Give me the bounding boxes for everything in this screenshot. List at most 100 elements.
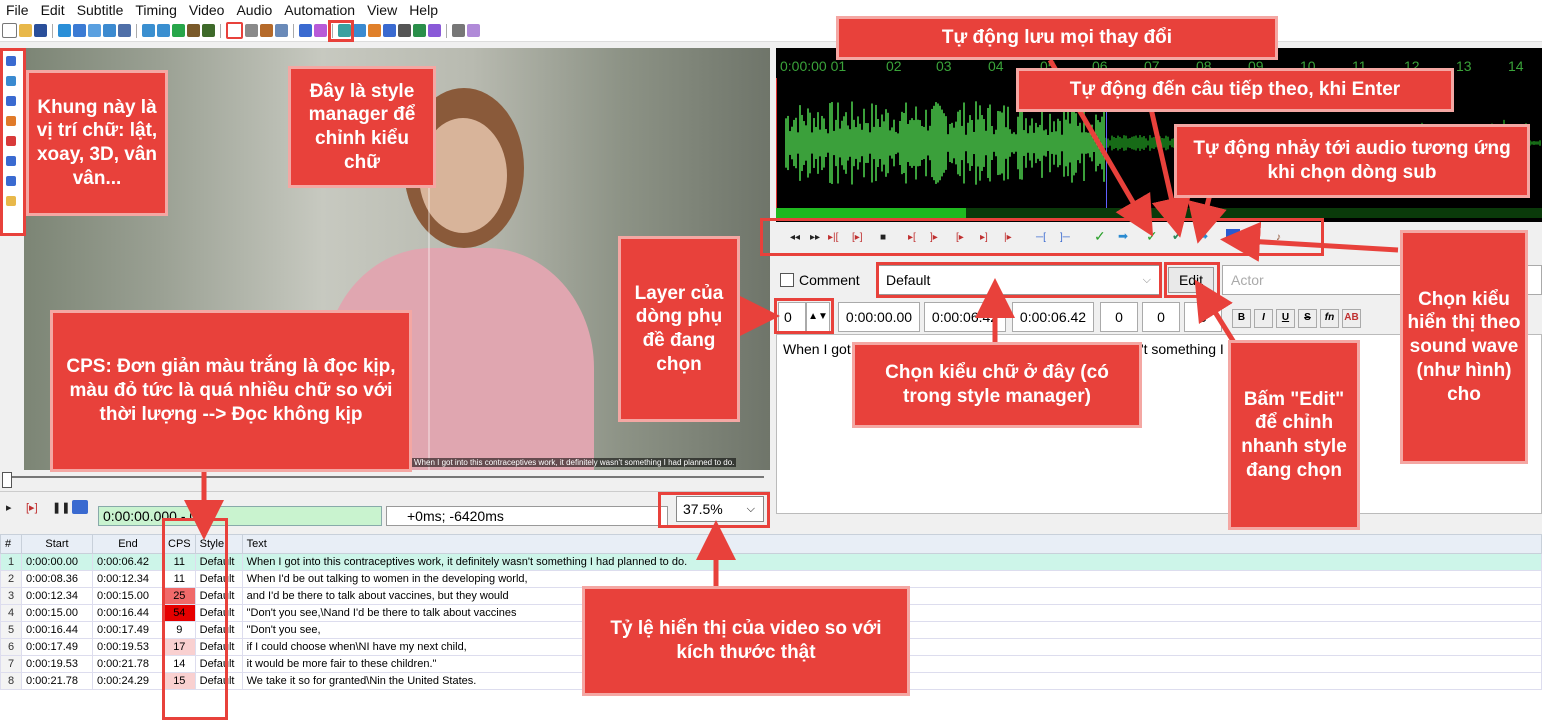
video-subtitle-preview: When I got into this contraceptives work…	[412, 458, 737, 467]
start-time-field[interactable]: 0:00:00.00	[838, 302, 920, 332]
spell-check-icon[interactable]	[413, 24, 426, 37]
new-file-icon[interactable]	[2, 23, 17, 38]
callout-position-tools: Khung này là vị trí chữ: lật, xoay, 3D, …	[26, 70, 168, 216]
menu-audio[interactable]: Audio	[230, 2, 278, 18]
menu-automation[interactable]: Automation	[278, 2, 361, 18]
open-audio-icon[interactable]	[73, 24, 86, 37]
row-number: 7	[0, 655, 22, 673]
row-text: When I'd be out talking to women in the …	[241, 570, 1542, 588]
select-lines-icon[interactable]	[383, 24, 396, 37]
primary-color-button[interactable]: AB	[1342, 309, 1361, 328]
assistant-icon[interactable]	[428, 24, 441, 37]
kanji-timer-icon[interactable]	[368, 24, 381, 37]
highlight-audio-toolbar	[760, 218, 1324, 256]
clock-icon[interactable]	[398, 24, 411, 37]
row-end: 0:00:21.78	[92, 655, 164, 673]
table-row[interactable]: 1 0:00:00.00 0:00:06.42 11 Default When I got…	[0, 553, 1542, 571]
callout-autosave: Tự động lưu mọi thay đổi	[836, 16, 1278, 60]
replace-icon[interactable]	[118, 24, 131, 37]
play-line-icon[interactable]: [▸]	[26, 501, 38, 514]
attachments-icon[interactable]	[260, 24, 273, 37]
margin-left-field[interactable]: 0	[1100, 302, 1138, 332]
video-seek-bar[interactable]	[0, 470, 770, 492]
video-offset-field: +0ms; -6420ms	[386, 506, 668, 526]
menu-subtitle[interactable]: Subtitle	[71, 2, 130, 18]
row-start: 0:00:16.44	[21, 621, 93, 639]
style-manager-icon[interactable]	[226, 22, 243, 39]
jump-icon[interactable]	[88, 24, 101, 37]
bold-button[interactable]: B	[1232, 309, 1251, 328]
duration-field[interactable]: 0:00:06.42	[1012, 302, 1094, 332]
menu-view[interactable]: View	[361, 2, 403, 18]
margin-vertical-field[interactable]: 0	[1184, 302, 1222, 332]
row-number: 2	[0, 570, 22, 588]
grid-header-number[interactable]: #	[0, 534, 22, 554]
italic-button[interactable]: I	[1254, 309, 1273, 328]
row-end: 0:00:19.53	[92, 638, 164, 656]
open-file-icon[interactable]	[19, 24, 32, 37]
highlight-zoom	[658, 492, 770, 528]
row-end: 0:00:06.42	[92, 553, 164, 571]
play-icon[interactable]: ▸	[6, 501, 12, 514]
row-number: 1	[0, 553, 22, 571]
callout-layer: Layer của dòng phụ đề đang chọn	[618, 236, 740, 422]
open-video-icon[interactable]	[58, 24, 71, 37]
grid-header-text[interactable]: Text	[241, 534, 1542, 554]
highlight-style-select	[876, 262, 1162, 298]
row-number: 6	[0, 638, 22, 656]
comment-checkbox[interactable]	[780, 273, 794, 287]
video-details-icon[interactable]	[202, 24, 215, 37]
shift-times-icon[interactable]	[142, 24, 155, 37]
menu-edit[interactable]: Edit	[35, 2, 71, 18]
save-icon[interactable]	[34, 24, 47, 37]
highlight-cps	[162, 518, 228, 720]
callout-spectrum: Chọn kiểu hiển thị theo sound wave (như …	[1400, 230, 1528, 464]
callout-auto-seek: Tự động nhảy tới audio tương ứng khi chọ…	[1174, 124, 1530, 198]
table-row[interactable]: 2 0:00:08.36 0:00:12.34 11 Default When I'd b…	[0, 570, 1542, 588]
strikeout-button[interactable]: S	[1298, 309, 1317, 328]
row-text: When I got into this contraceptives work…	[241, 553, 1542, 571]
timing-post-icon[interactable]	[353, 24, 366, 37]
row-number: 3	[0, 587, 22, 605]
menu-file[interactable]: File	[0, 2, 35, 18]
seek-thumb[interactable]	[2, 472, 12, 488]
row-start: 0:00:12.34	[21, 587, 93, 605]
font-button[interactable]: fn	[1320, 309, 1339, 328]
find-icon[interactable]	[103, 24, 116, 37]
keyframes-icon[interactable]	[187, 24, 200, 37]
highlight-style-manager	[328, 20, 354, 42]
end-time-field[interactable]: 0:00:06.42	[924, 302, 1006, 332]
row-start: 0:00:08.36	[21, 570, 93, 588]
row-start: 0:00:00.00	[21, 553, 93, 571]
row-start: 0:00:15.00	[21, 604, 93, 622]
lua-icon[interactable]	[467, 24, 480, 37]
fonts-collector-icon[interactable]	[275, 24, 288, 37]
underline-button[interactable]: U	[1276, 309, 1295, 328]
callout-choose-style: Chọn kiểu chữ ở đây (có trong style mana…	[852, 342, 1142, 428]
row-number: 4	[0, 604, 22, 622]
menu-video[interactable]: Video	[183, 2, 231, 18]
automation-icon[interactable]	[299, 24, 312, 37]
pause-icon[interactable]: ❚❚	[52, 501, 70, 514]
row-start: 0:00:19.53	[21, 655, 93, 673]
auto-scroll-icon[interactable]	[72, 500, 88, 514]
grid-header-end[interactable]: End	[92, 534, 164, 554]
main-toolbar	[0, 20, 1542, 42]
row-start: 0:00:17.49	[21, 638, 93, 656]
tools-icon[interactable]	[452, 24, 465, 37]
highlight-edit-button	[1164, 262, 1220, 298]
grid-header-start[interactable]: Start	[21, 534, 93, 554]
properties-icon[interactable]	[245, 24, 258, 37]
callout-zoom: Tỷ lệ hiển thị của video so với kích thư…	[582, 586, 910, 696]
translation-icon[interactable]	[314, 24, 327, 37]
sort-icon[interactable]	[157, 24, 170, 37]
row-end: 0:00:12.34	[92, 570, 164, 588]
video-time-field[interactable]: 0:00:00.000 - 0	[98, 506, 382, 526]
comment-label: Comment	[799, 272, 860, 288]
margin-right-field[interactable]: 0	[1142, 302, 1180, 332]
menu-timing[interactable]: Timing	[129, 2, 183, 18]
snap-icon[interactable]	[172, 24, 185, 37]
row-end: 0:00:17.49	[92, 621, 164, 639]
highlight-tools	[0, 48, 26, 236]
menu-help[interactable]: Help	[403, 2, 444, 18]
